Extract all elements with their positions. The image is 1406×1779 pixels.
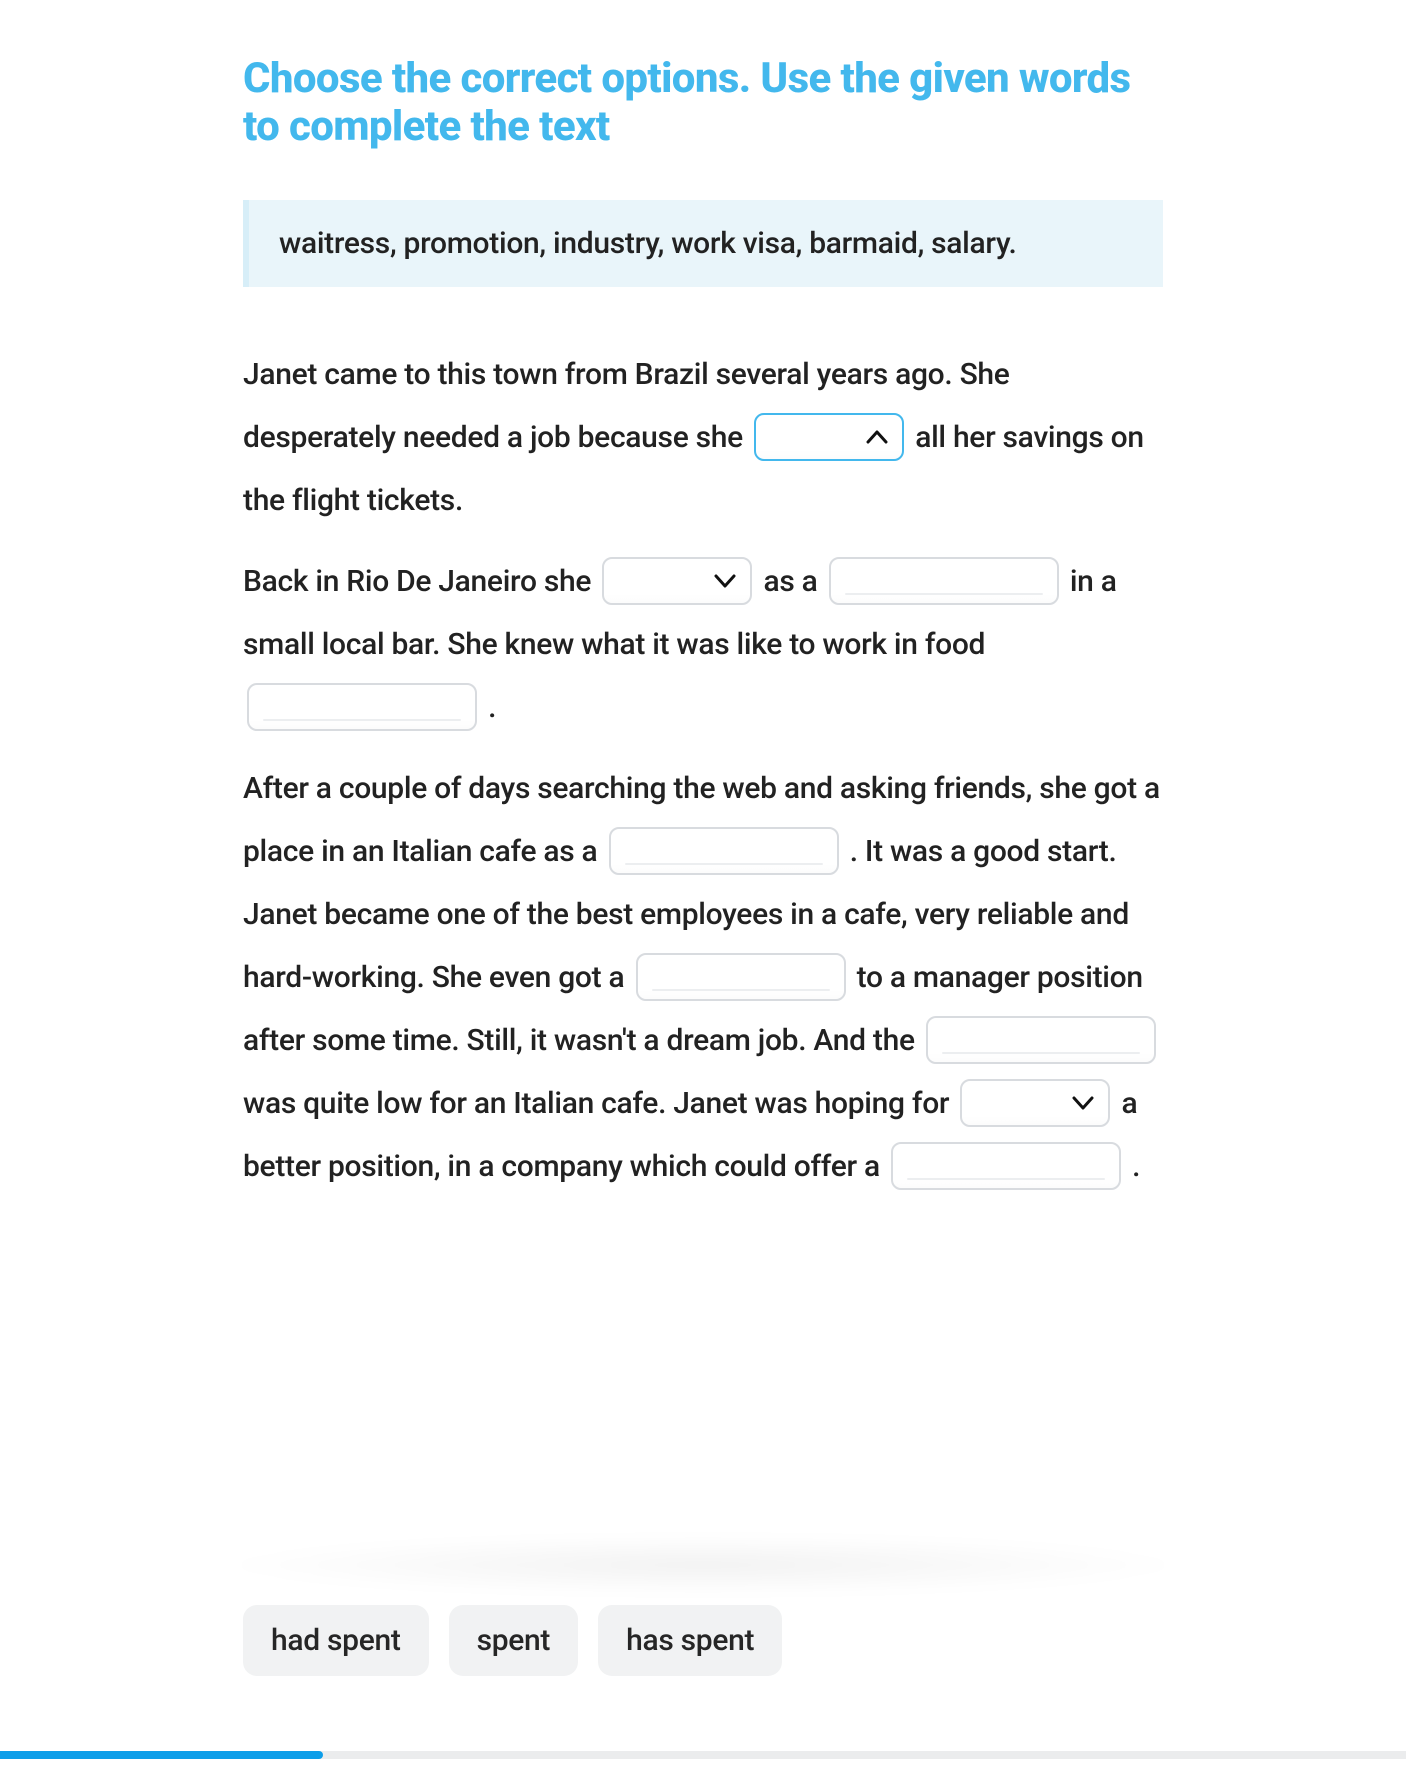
exercise-container: Choose the correct options. Use the give… xyxy=(243,55,1163,1216)
text: . xyxy=(1132,1149,1140,1184)
progress-bar xyxy=(0,1751,1406,1759)
passage: Janet came to this town from Brazil seve… xyxy=(243,343,1163,1198)
text: was quite low for an Italian cafe. Janet… xyxy=(243,1086,956,1121)
blank-input-5[interactable] xyxy=(926,1016,1156,1064)
word-bank-text: waitress, promotion, industry, work visa… xyxy=(279,226,1017,261)
word-bank: waitress, promotion, industry, work visa… xyxy=(243,200,1163,287)
blank-input-3[interactable] xyxy=(609,827,839,875)
paragraph-3: After a couple of days searching the web… xyxy=(243,757,1163,1198)
select-3[interactable] xyxy=(960,1079,1110,1127)
blank-input-2[interactable] xyxy=(247,683,477,731)
answer-option[interactable]: spent xyxy=(449,1605,579,1676)
blank-input-6[interactable] xyxy=(891,1142,1121,1190)
blank-input-4[interactable] xyxy=(636,953,846,1001)
select-1[interactable] xyxy=(754,413,904,461)
blank-input-1[interactable] xyxy=(829,557,1059,605)
answer-option[interactable]: has spent xyxy=(598,1605,782,1676)
paragraph-1: Janet came to this town from Brazil seve… xyxy=(243,343,1163,532)
text: . xyxy=(488,690,496,725)
select-2[interactable] xyxy=(602,557,752,605)
text: Back in Rio De Janeiro she xyxy=(243,564,598,599)
progress-fill xyxy=(0,1751,323,1759)
paragraph-2: Back in Rio De Janeiro she as a in a sma… xyxy=(243,550,1163,739)
chevron-down-icon xyxy=(714,574,736,588)
chevron-up-icon xyxy=(866,430,888,444)
exercise-title: Choose the correct options. Use the give… xyxy=(243,55,1163,152)
chevron-down-icon xyxy=(1072,1096,1094,1110)
answer-options-bar: had spent spent has spent xyxy=(243,1605,1163,1676)
answer-option[interactable]: had spent xyxy=(243,1605,429,1676)
text: as a xyxy=(763,564,824,599)
